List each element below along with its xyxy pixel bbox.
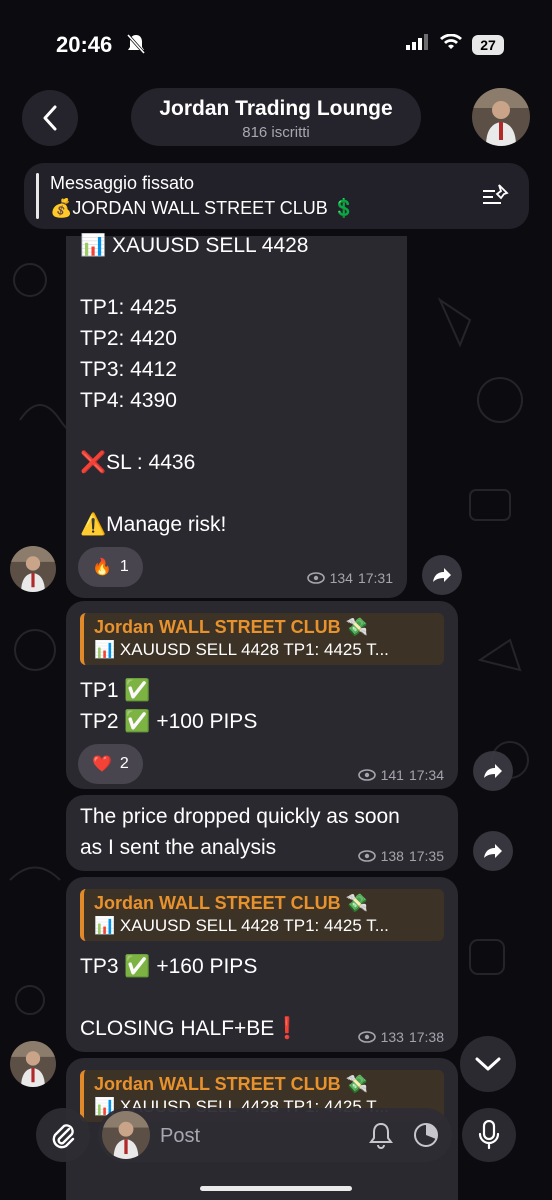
status-time: 20:46	[56, 32, 113, 57]
scroll-to-bottom-button[interactable]	[460, 1036, 516, 1092]
pinned-label: Messaggio fissato	[50, 173, 195, 193]
channel-title: Jordan Trading Lounge	[159, 97, 393, 120]
attach-button[interactable]	[36, 1108, 90, 1162]
signal-icon	[406, 34, 430, 55]
back-button[interactable]	[22, 90, 78, 146]
reply-quote[interactable]: Jordan WALL STREET CLUB 💸 📊 XAUUSD SELL …	[80, 613, 444, 665]
post-input[interactable]	[158, 1118, 362, 1154]
reaction-emoji: 🔥	[92, 559, 112, 576]
bell-icon[interactable]	[368, 1121, 394, 1154]
view-count: 134	[329, 570, 353, 586]
forward-button[interactable]	[473, 751, 513, 791]
composer-bar	[98, 1108, 452, 1162]
message-text: 📊 XAUUSD SELL 4428 TP1: 4425 TP2: 4420 T…	[80, 234, 309, 536]
timer-icon[interactable]	[412, 1121, 440, 1154]
message-meta: 133 17:38	[357, 1029, 444, 1045]
reaction-count: 1	[119, 558, 129, 575]
reaction-count: 2	[119, 755, 129, 772]
pinned-text: 💰JORDAN WALL STREET CLUB 💲	[50, 198, 356, 218]
pinned-indicator	[36, 173, 39, 219]
message-bubble[interactable]: 📊 XAUUSD SELL 4428 TP1: 4425 TP2: 4420 T…	[66, 234, 407, 598]
message-bubble[interactable]: Jordan WALL STREET CLUB 💸 📊 XAUUSD SELL …	[66, 877, 458, 1052]
home-indicator	[200, 1186, 352, 1191]
forward-icon	[484, 844, 502, 858]
reaction-chip[interactable]: ❤️ 2	[78, 744, 143, 784]
forward-icon	[433, 568, 451, 582]
message-meta: 141 17:34	[357, 767, 444, 783]
status-bar: 20:46 27	[0, 0, 552, 90]
reaction-chip[interactable]: 🔥 1	[78, 547, 143, 587]
eye-icon	[357, 1031, 376, 1043]
message-text: TP1 ✅ TP2 ✅ +100 PIPS	[80, 679, 258, 733]
reply-author: Jordan WALL STREET CLUB 💸	[94, 617, 369, 637]
paperclip-icon	[52, 1124, 75, 1149]
battery-indicator: 27	[472, 34, 504, 55]
message-bubble[interactable]: Jordan WALL STREET CLUB 💸 📊 XAUUSD SELL …	[66, 601, 458, 789]
forward-button[interactable]	[422, 555, 462, 595]
reply-author: Jordan WALL STREET CLUB 💸	[94, 893, 369, 913]
forward-icon	[484, 764, 502, 778]
eye-icon	[357, 769, 376, 781]
message-time: 17:34	[408, 767, 444, 783]
microphone-button[interactable]	[462, 1108, 516, 1162]
view-count: 141	[380, 767, 404, 783]
reaction-emoji: ❤️	[92, 756, 112, 773]
eye-icon	[357, 850, 376, 862]
channel-avatar[interactable]	[472, 88, 530, 146]
wifi-icon	[440, 33, 462, 55]
pin-list-icon[interactable]	[481, 183, 511, 214]
message-time: 17:35	[408, 848, 444, 864]
channel-header[interactable]: Jordan Trading Lounge 816 iscritti	[131, 88, 421, 146]
message-meta: 134 17:31	[306, 570, 393, 586]
bell-slash-icon	[126, 33, 146, 60]
forward-button[interactable]	[473, 831, 513, 871]
back-chevron-icon	[43, 105, 57, 131]
pinned-message[interactable]: Messaggio fissato 💰JORDAN WALL STREET CL…	[24, 163, 529, 229]
message-time: 17:31	[357, 570, 393, 586]
reply-author: Jordan WALL STREET CLUB 💸	[94, 1074, 369, 1094]
send-as-avatar[interactable]	[102, 1111, 150, 1159]
author-avatar[interactable]	[10, 546, 56, 592]
subscriber-count: 816 iscritti	[242, 124, 310, 141]
reply-text: 📊 XAUUSD SELL 4428 TP1: 4425 T...	[94, 640, 389, 659]
message-bubble[interactable]: The price dropped quickly as soon as I s…	[66, 795, 458, 871]
microphone-icon	[478, 1120, 500, 1150]
view-count: 138	[380, 848, 404, 864]
reply-text: 📊 XAUUSD SELL 4428 TP1: 4425 T...	[94, 916, 389, 935]
author-avatar[interactable]	[10, 1041, 56, 1087]
eye-icon	[306, 572, 325, 584]
chevron-down-icon	[475, 1057, 501, 1071]
message-time: 17:38	[408, 1029, 444, 1045]
message-meta: 138 17:35	[357, 848, 444, 864]
view-count: 133	[380, 1029, 404, 1045]
reply-quote[interactable]: Jordan WALL STREET CLUB 💸 📊 XAUUSD SELL …	[80, 889, 444, 941]
